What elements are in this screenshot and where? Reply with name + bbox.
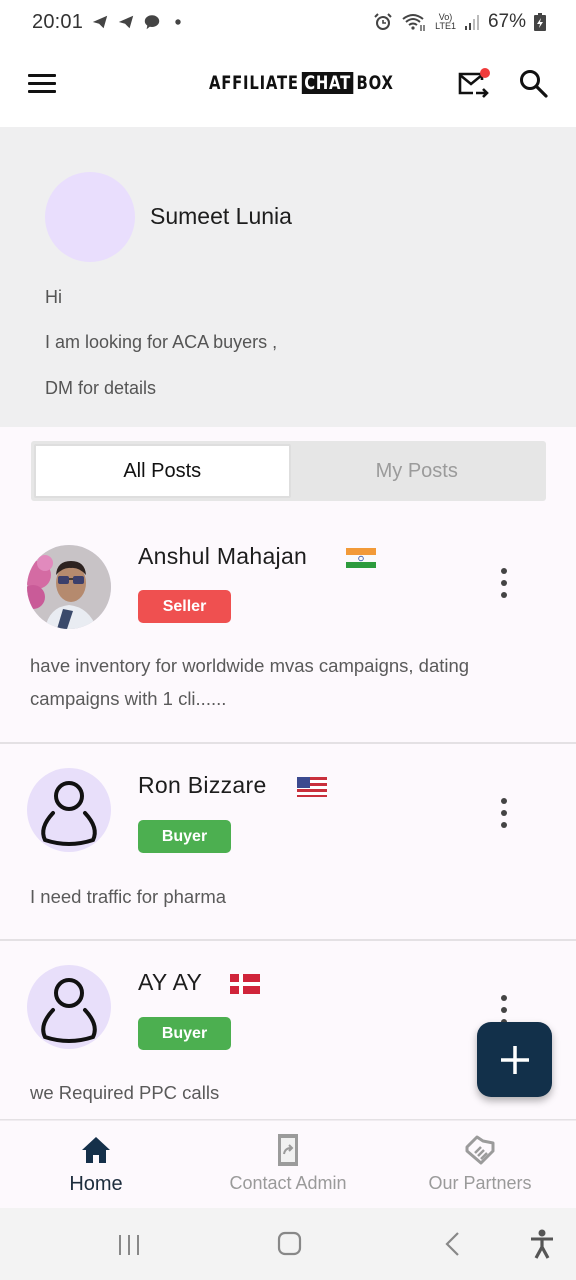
profile-bio-line: Hi (45, 287, 62, 307)
status-time: 20:01 (32, 10, 84, 33)
menu-icon-line (28, 82, 56, 85)
more-vert-icon (501, 995, 507, 1001)
app-bar: AFFILIATE CHAT BOX (0, 44, 576, 127)
notification-dot (480, 68, 490, 78)
volte-indicator: Vo) LTE1 (435, 13, 456, 31)
post-body: we Required PPC calls (30, 1082, 220, 1103)
post-avatar-default[interactable] (27, 965, 111, 1049)
person-outline-icon (41, 781, 97, 846)
search-button[interactable] (518, 68, 550, 100)
post-card[interactable]: Anshul Mahajan Seller have inventory for… (0, 527, 576, 744)
post-body: I need traffic for pharma (30, 886, 227, 907)
nav-our-partners-label: Our Partners (428, 1173, 532, 1193)
nav-contact-admin[interactable]: Contact Admin (192, 1121, 384, 1208)
logo-text-chat: CHAT (301, 72, 354, 94)
more-vert-icon (501, 798, 507, 804)
post-author-name: AY AY (138, 969, 203, 995)
battery-charging-icon (534, 13, 546, 31)
post-more-button[interactable] (496, 798, 512, 828)
post-card[interactable]: Ron Bizzare Buyer I need traffic for pha… (0, 744, 576, 941)
status-left: 20:01 (32, 11, 187, 34)
denmark-flag-icon (230, 974, 260, 994)
dot-icon (175, 19, 181, 25)
post-more-button[interactable] (496, 995, 512, 1025)
post-author-name: Anshul Mahajan (138, 543, 308, 569)
profile-header: Sumeet Lunia Hi I am looking for ACA buy… (0, 127, 576, 427)
profile-bio-line: I am looking for ACA buyers , (45, 332, 278, 352)
person-outline-icon (41, 978, 97, 1043)
posts-tabs: All Posts My Posts (31, 441, 546, 501)
status-bar: 20:01 Vo) LTE1 67% (0, 0, 576, 44)
status-right: Vo) LTE1 67% (373, 11, 546, 33)
mail-notification-icon (458, 68, 490, 98)
role-badge-buyer: Buyer (138, 1017, 231, 1050)
wifi-icon (402, 14, 425, 31)
nav-home[interactable]: Home (0, 1121, 192, 1208)
chat-bubble-icon (144, 15, 160, 30)
profile-avatar[interactable] (45, 172, 135, 262)
india-flag-icon (346, 548, 376, 568)
accessibility-icon[interactable] (528, 1228, 556, 1260)
alarm-icon (374, 13, 392, 30)
more-vert-icon (501, 568, 507, 574)
post-avatar-default[interactable] (27, 768, 111, 852)
profile-bio-line: DM for details (45, 378, 157, 398)
post-avatar-photo[interactable] (27, 545, 111, 629)
nav-our-partners[interactable]: Our Partners (384, 1121, 576, 1208)
telegram-icon (118, 15, 134, 29)
post-author-name: Ron Bizzare (138, 772, 267, 798)
user-photo-icon (27, 545, 111, 629)
bottom-navigation: Home Contact Admin Our Partners (0, 1120, 576, 1208)
logo-text-box: BOX (356, 72, 394, 94)
menu-icon (28, 74, 56, 77)
back-icon[interactable] (440, 1230, 466, 1258)
tab-all-posts[interactable]: All Posts (34, 444, 291, 498)
system-navigation-bar (0, 1208, 576, 1280)
battery-percent: 67% (487, 11, 526, 32)
handshake-icon (465, 1135, 495, 1165)
telegram-icon (92, 15, 108, 29)
usa-flag-icon (297, 777, 327, 797)
add-post-button[interactable] (477, 1022, 552, 1097)
plus-icon (500, 1045, 529, 1074)
logo-text-affiliate: AFFILIATE (209, 72, 299, 94)
signal-icon (464, 15, 479, 30)
role-badge-seller: Seller (138, 590, 231, 623)
nav-contact-admin-label: Contact Admin (229, 1173, 347, 1193)
home-system-icon[interactable] (277, 1230, 303, 1258)
post-body: have inventory for worldwide mvas campai… (30, 655, 470, 709)
menu-button[interactable] (28, 74, 56, 96)
tab-my-posts[interactable]: My Posts (291, 444, 544, 498)
post-more-button[interactable] (496, 568, 512, 598)
volte-bottom: LTE1 (435, 21, 456, 31)
menu-icon-line (28, 90, 56, 93)
messages-button[interactable] (456, 68, 492, 102)
recent-apps-icon[interactable] (116, 1232, 142, 1258)
search-icon (520, 70, 548, 98)
profile-name: Sumeet Lunia (150, 203, 292, 229)
phone-forward-icon (278, 1134, 298, 1166)
app-logo: AFFILIATE CHAT BOX (209, 72, 394, 94)
nav-home-label: Home (69, 1173, 123, 1195)
home-icon (82, 1137, 110, 1163)
role-badge-buyer: Buyer (138, 820, 231, 853)
